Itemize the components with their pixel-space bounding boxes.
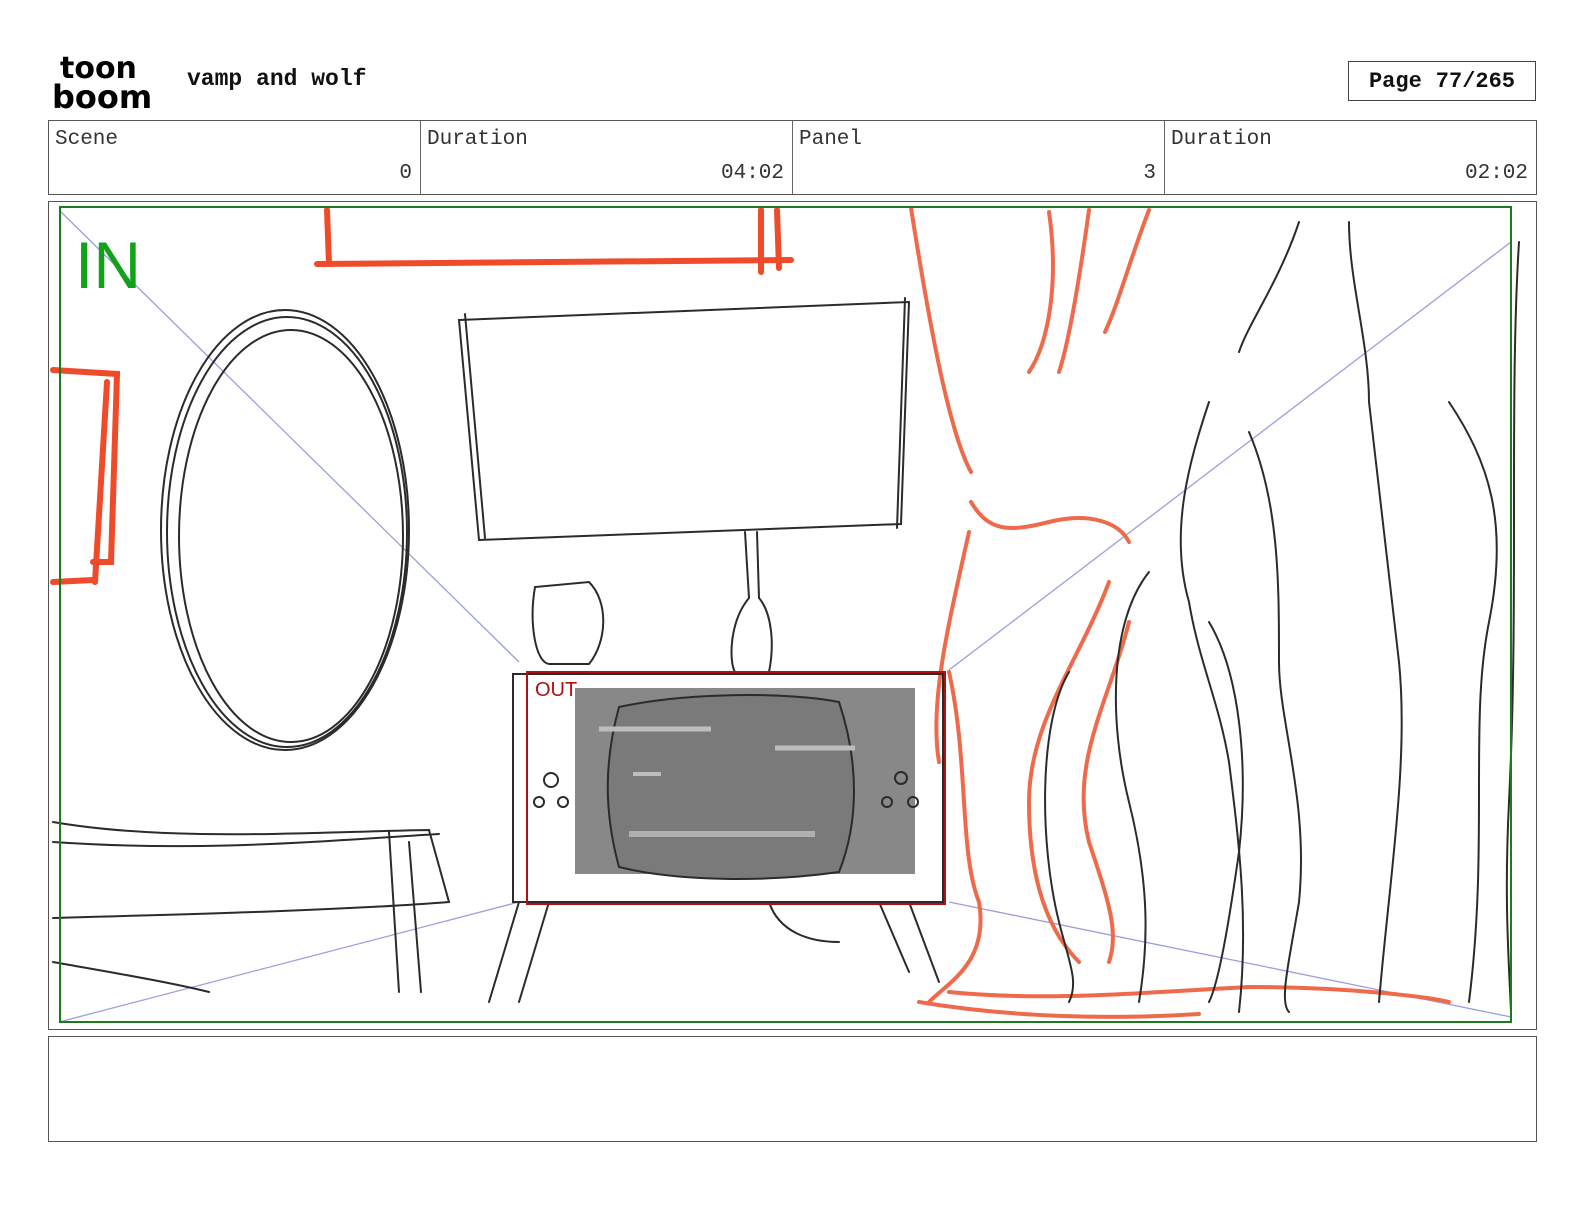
storyboard-panel: IN OUT	[48, 201, 1537, 1030]
red-sketch-lines	[50, 207, 794, 585]
in-frame-label: IN	[75, 228, 141, 302]
dark-sketch-lines	[52, 221, 1520, 1013]
caption-box	[48, 1036, 1537, 1142]
panel-label: Panel	[799, 128, 863, 151]
project-title: vamp and wolf	[187, 66, 367, 92]
page-label: Page	[1368, 68, 1422, 94]
scene-duration-label: Duration	[427, 128, 528, 151]
panel-value: 3	[1143, 162, 1156, 185]
tv-sketch	[512, 673, 944, 903]
page-value: 77/265	[1435, 68, 1516, 94]
scene-label: Scene	[55, 128, 119, 151]
scene-info-row: Scene 0 Duration 04:02 Panel 3 Duration …	[48, 120, 1537, 195]
scene-duration-value: 04:02	[720, 162, 784, 185]
in-frame	[59, 206, 1512, 1023]
red-curtain-lines	[909, 206, 1451, 1019]
logo-bottom-text: boom	[52, 78, 152, 112]
sketch-drawing	[50, 206, 1520, 1023]
out-frame-label: OUT	[535, 679, 578, 701]
scene-value: 0	[399, 162, 412, 185]
toonboom-logo: toon boom	[52, 51, 152, 112]
page-indicator: Page 77/265	[1348, 61, 1536, 101]
panel-duration-label: Duration	[1171, 128, 1272, 151]
panel-duration-value: 02:02	[1464, 162, 1528, 185]
panel-cell: Panel 3	[793, 121, 1165, 194]
scene-duration-cell: Duration 04:02	[421, 121, 793, 194]
scene-cell: Scene 0	[49, 121, 421, 194]
panel-duration-cell: Duration 02:02	[1165, 121, 1536, 194]
